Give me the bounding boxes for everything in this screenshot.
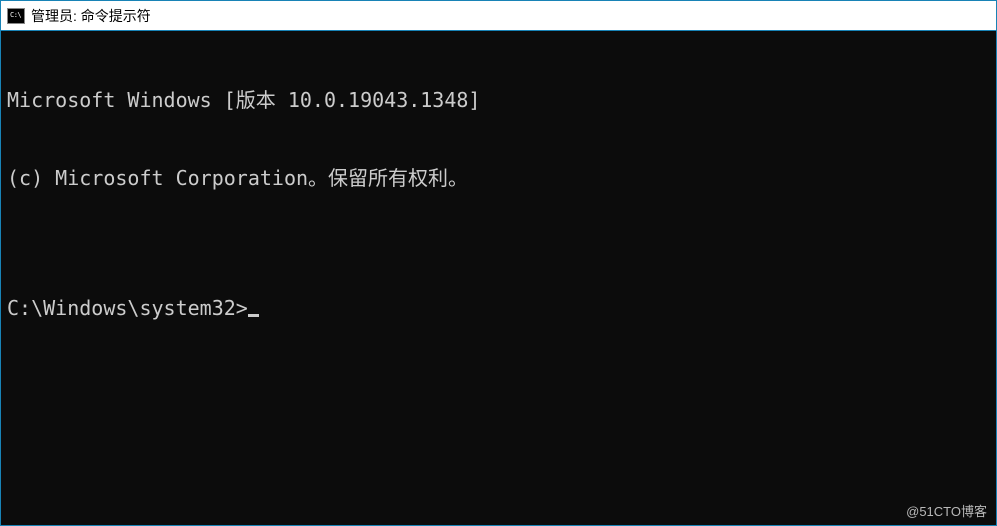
cmd-window: C:\ 管理员: 命令提示符 Microsoft Windows [版本 10.… [0,0,997,526]
window-title: 管理员: 命令提示符 [31,6,151,26]
terminal-prompt: C:\Windows\system32> [7,295,248,321]
title-bar[interactable]: C:\ 管理员: 命令提示符 [1,1,996,31]
terminal-prompt-line: C:\Windows\system32> [7,295,994,321]
terminal-output-line: (c) Microsoft Corporation。保留所有权利。 [7,165,994,191]
terminal-area[interactable]: Microsoft Windows [版本 10.0.19043.1348] (… [1,31,996,525]
terminal-output-line: Microsoft Windows [版本 10.0.19043.1348] [7,87,994,113]
watermark-text: @51CTO博客 [906,501,987,520]
cmd-icon-label: C:\ [10,12,21,19]
cursor-icon [248,314,259,317]
cmd-icon: C:\ [7,8,25,24]
